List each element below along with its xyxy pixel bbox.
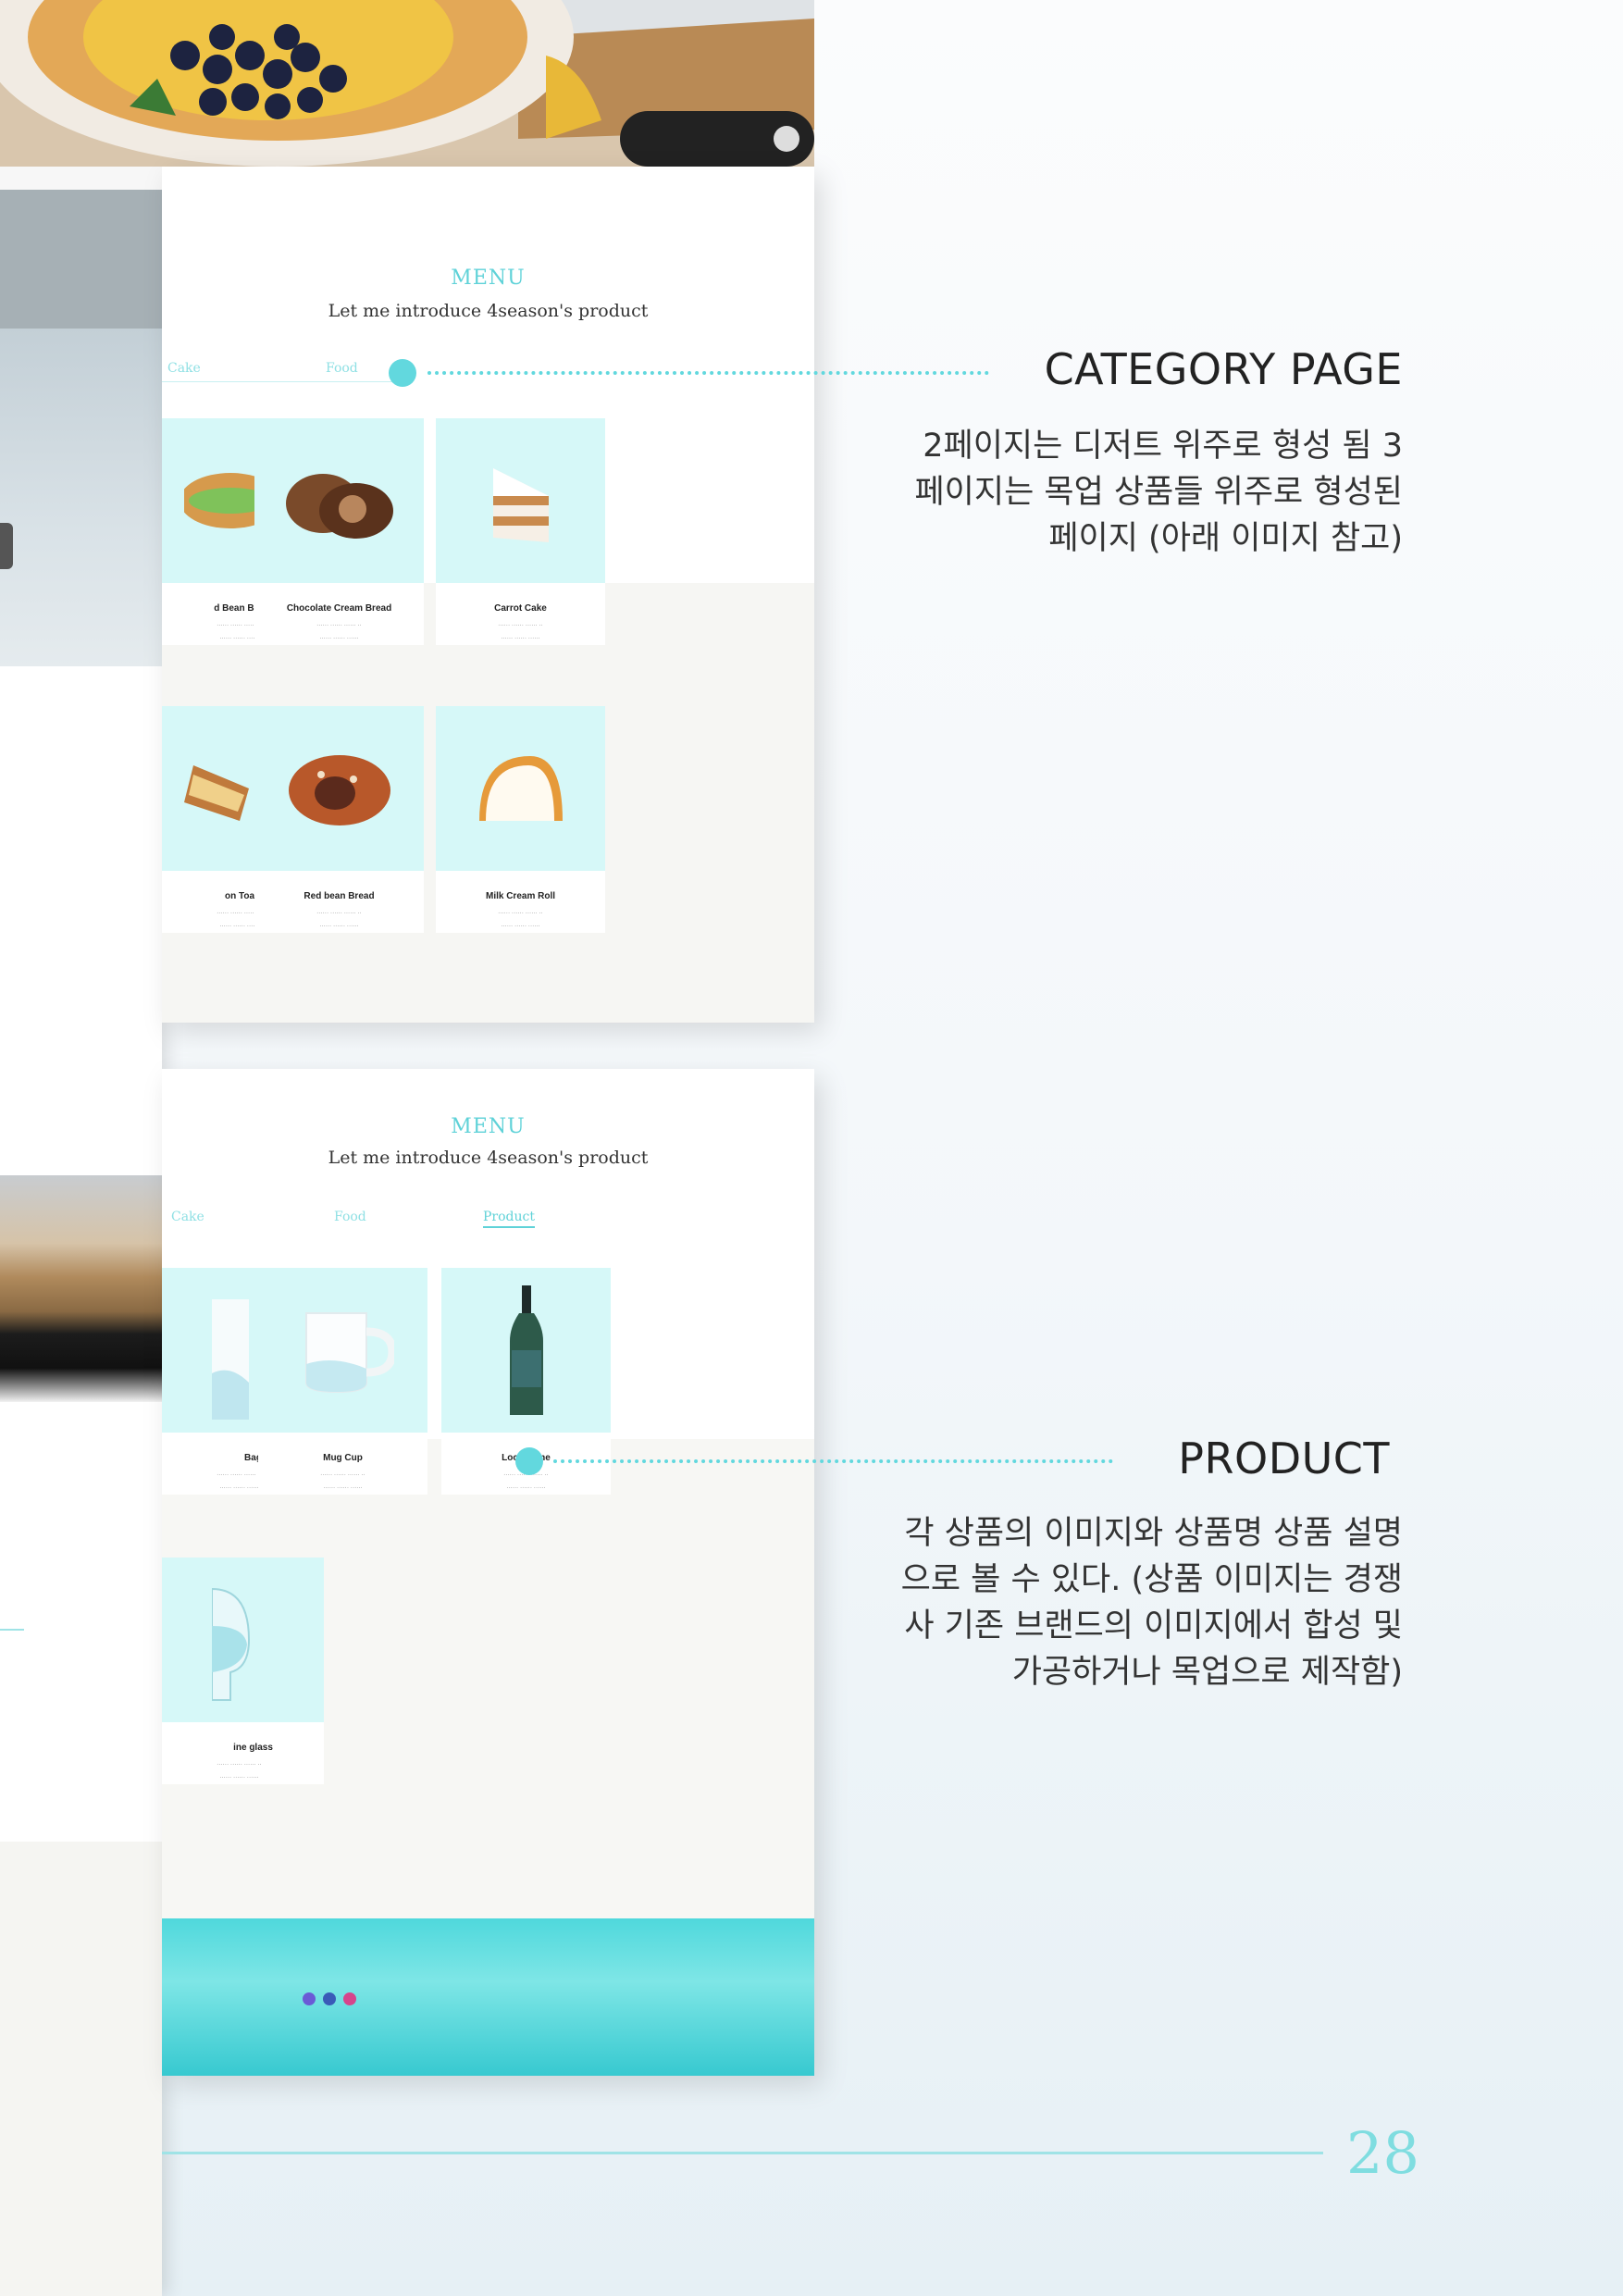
hero-photo [0, 0, 814, 167]
category-page-heading: CATEGORY PAGE [1044, 344, 1403, 394]
product-heading: PRODUCT [1178, 1433, 1390, 1483]
product-name: Milk Cream Roll [485, 891, 556, 901]
product-name: Carrot Cake [494, 603, 547, 614]
menu-title: MENU [451, 267, 526, 290]
strip-photo-mid [0, 329, 162, 666]
callout-line-category [427, 371, 989, 375]
strip-photo-top [0, 190, 162, 329]
mockup-category-product: MENU Let me introduce 4season's product … [162, 1069, 814, 2076]
strip-white [0, 666, 162, 1175]
strip-footer [0, 1842, 162, 2296]
mockup-category-food: MENU Let me introduce 4season's product … [162, 167, 814, 1023]
product-description: 각 상품의 이미지와 상품명 상품 설명 으로 볼 수 있다. (상품 이미지는… [900, 1515, 1403, 1691]
product-name: Chocolate Cream Bread [286, 603, 392, 614]
product-card[interactable]: Red bean Bread ······ ······ ······ ·· ··… [254, 706, 424, 933]
tab-food[interactable]: Food [326, 361, 358, 376]
page-number: 28 [1346, 2119, 1419, 2187]
callout-dot-category [389, 359, 416, 387]
product-card[interactable]: Chocolate Cream Bread ······ ······ ····… [254, 418, 424, 645]
callout-line-product [553, 1459, 1113, 1463]
product-name: Mug Cup [323, 1453, 363, 1463]
product-card[interactable]: Mug Cup ······ ······ ······ ·· ······ ··… [258, 1268, 427, 1495]
menu-subtitle: Let me introduce 4season's product [328, 301, 649, 321]
mockup-footer [162, 1918, 814, 2076]
category-page-description: 2페이지는 디저트 위주로 형성 됨 3 페이지는 목업 상품들 위주로 형성된… [914, 428, 1403, 557]
tab-cake[interactable]: Cake [171, 1210, 204, 1224]
instagram-icon[interactable] [343, 1992, 356, 2005]
facebook-icon[interactable] [323, 1992, 336, 2005]
strip-white-2 [0, 1402, 162, 1842]
product-card[interactable]: ine glass ······ ······ ······ ·· ······ … [162, 1558, 324, 1784]
page-rule [162, 2152, 1323, 2154]
menu-title: MENU [451, 1115, 526, 1138]
callout-dot-product [515, 1447, 543, 1475]
tab-product[interactable]: Product [483, 1210, 535, 1228]
product-card[interactable]: Milk Cream Roll ······ ······ ······ ·· ·… [436, 706, 605, 933]
previous-page-strip [0, 0, 162, 2296]
strip-photo-bottom [0, 1175, 162, 1402]
menu-subtitle: Let me introduce 4season's product [328, 1148, 649, 1168]
product-name: Red bean Bread [304, 891, 375, 901]
tab-food[interactable]: Food [334, 1210, 366, 1224]
product-name: ine glass [233, 1743, 273, 1753]
social-icon[interactable] [303, 1992, 316, 2005]
tab-cake[interactable]: Cake [167, 361, 201, 376]
product-card[interactable]: Carrot Cake ······ ······ ······ ·· ·····… [436, 418, 605, 645]
